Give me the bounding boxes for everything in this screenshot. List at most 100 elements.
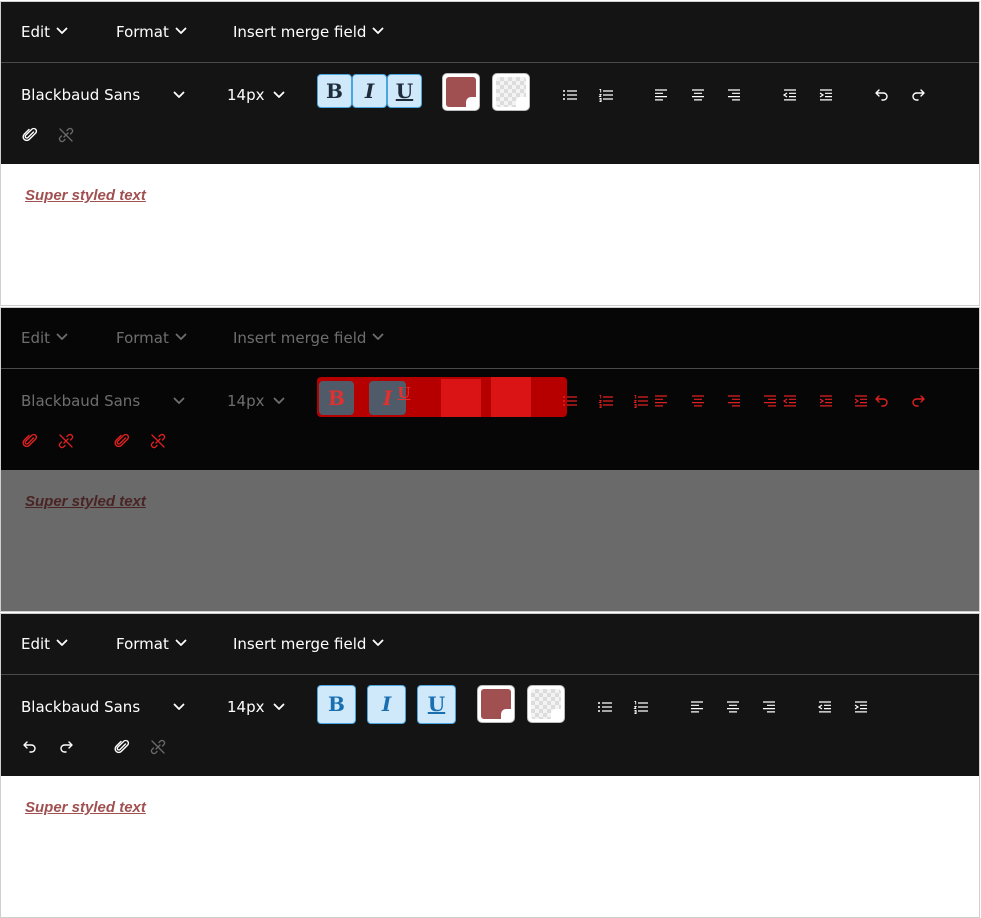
styled-text: Super styled text [25, 187, 146, 204]
chevron-down-icon [56, 333, 68, 341]
align-left-icon[interactable] [653, 87, 669, 103]
align-center-icon[interactable] [690, 87, 706, 103]
chevron-down-icon [173, 397, 185, 405]
font-size-select[interactable]: 14px [227, 85, 291, 105]
font-size-value: 14px [227, 698, 265, 716]
menu-bar: Edit Format Insert merge field [1, 308, 979, 369]
bold-button[interactable]: B [317, 74, 352, 108]
editor-content[interactable]: Super styled text [1, 164, 979, 305]
unlink-icon [58, 433, 74, 449]
menu-edit[interactable]: Edit [21, 2, 68, 63]
menu-edit-label: Edit [21, 329, 51, 347]
italic-button[interactable]: I [367, 685, 406, 724]
bulleted-list-icon[interactable] [597, 699, 613, 715]
align-center-icon[interactable] [725, 699, 741, 715]
menu-insert-merge-field-label: Insert merge field [233, 23, 367, 41]
menu-format[interactable]: Format [116, 2, 187, 63]
menu-insert-merge-field[interactable]: Insert merge field [233, 614, 384, 675]
menu-bar: Edit Format Insert merge field [1, 614, 979, 675]
font-family-value: Blackbaud Sans [21, 392, 141, 410]
debug-overlay [491, 377, 531, 417]
indent-icon [853, 393, 869, 409]
menu-insert-merge-field: Insert merge field [233, 308, 384, 369]
indent-icon [818, 393, 834, 409]
menu-edit: Edit [21, 308, 68, 369]
numbered-list-icon [598, 393, 614, 409]
chevron-down-icon [372, 27, 384, 35]
font-size-select[interactable]: 14px [227, 697, 291, 717]
font-size-value: 14px [227, 392, 265, 410]
font-family-select[interactable]: Blackbaud Sans [21, 85, 191, 105]
toolbar: Blackbaud Sans 14px B I U [1, 675, 979, 776]
italic-button[interactable]: I [352, 74, 387, 108]
bulleted-list-icon[interactable] [562, 87, 578, 103]
numbered-list-icon[interactable] [598, 87, 614, 103]
menu-edit-label: Edit [21, 635, 51, 653]
align-right-icon[interactable] [726, 87, 742, 103]
debug-overlay [441, 379, 481, 417]
menu-insert-merge-field[interactable]: Insert merge field [233, 2, 384, 63]
text-color-button[interactable] [477, 685, 515, 723]
dropdown-corner-icon [466, 97, 477, 108]
dropdown-corner-icon [551, 709, 562, 720]
toolbar: Blackbaud Sans 14px B I U [1, 369, 979, 470]
rich-text-editor: Edit Format Insert merge field Blackbaud… [0, 1, 980, 306]
undo-icon[interactable] [22, 739, 38, 755]
editor-content[interactable]: Super styled text [1, 776, 979, 917]
font-family-value: Blackbaud Sans [21, 698, 141, 716]
editor-content: Super styled text [1, 470, 979, 611]
bold-button[interactable]: B [317, 685, 356, 724]
font-size-value: 14px [227, 86, 265, 104]
styled-text: Super styled text [25, 493, 146, 510]
link-icon[interactable] [22, 127, 38, 143]
menu-format[interactable]: Format [116, 614, 187, 675]
font-family-select: Blackbaud Sans [21, 391, 191, 411]
chevron-down-icon [175, 639, 187, 647]
align-right-icon[interactable] [761, 699, 777, 715]
menu-bar: Edit Format Insert merge field [1, 2, 979, 63]
align-left-icon[interactable] [689, 699, 705, 715]
align-right-icon [726, 393, 742, 409]
redo-icon [910, 393, 926, 409]
dropdown-corner-icon [516, 97, 527, 108]
chevron-down-icon [56, 639, 68, 647]
chevron-down-icon [56, 27, 68, 35]
align-left-icon [653, 393, 669, 409]
menu-edit-label: Edit [21, 23, 51, 41]
indent-icon[interactable] [853, 699, 869, 715]
rich-text-editor: Edit Format Insert merge field Blackbaud… [0, 613, 980, 918]
redo-icon[interactable] [910, 87, 926, 103]
underline-button[interactable]: U [417, 685, 456, 724]
link-icon [22, 433, 38, 449]
chevron-down-icon [173, 91, 185, 99]
text-color-button[interactable] [442, 73, 480, 111]
menu-format: Format [116, 308, 187, 369]
font-family-value: Blackbaud Sans [21, 86, 141, 104]
redo-icon[interactable] [58, 739, 74, 755]
numbered-list-icon [633, 393, 649, 409]
link-icon [114, 433, 130, 449]
numbered-list-icon[interactable] [633, 699, 649, 715]
highlight-color-button[interactable] [492, 73, 530, 111]
outdent-icon[interactable] [782, 87, 798, 103]
undo-icon [874, 393, 890, 409]
align-right-icon [762, 393, 778, 409]
font-size-select: 14px [227, 391, 291, 411]
unlink-icon [58, 127, 74, 143]
chevron-down-icon [173, 703, 185, 711]
menu-insert-merge-field-label: Insert merge field [233, 329, 367, 347]
dropdown-corner-icon [501, 709, 512, 720]
indent-icon[interactable] [818, 87, 834, 103]
align-center-icon [690, 393, 706, 409]
chevron-down-icon [175, 333, 187, 341]
undo-icon[interactable] [874, 87, 890, 103]
highlight-color-button[interactable] [527, 685, 565, 723]
outdent-icon[interactable] [817, 699, 833, 715]
font-family-select[interactable]: Blackbaud Sans [21, 697, 191, 717]
unlink-icon [150, 433, 166, 449]
menu-edit[interactable]: Edit [21, 614, 68, 675]
outdent-icon [782, 393, 798, 409]
link-icon[interactable] [114, 739, 130, 755]
underline-button[interactable]: U [387, 74, 422, 108]
chevron-down-icon [273, 397, 285, 405]
